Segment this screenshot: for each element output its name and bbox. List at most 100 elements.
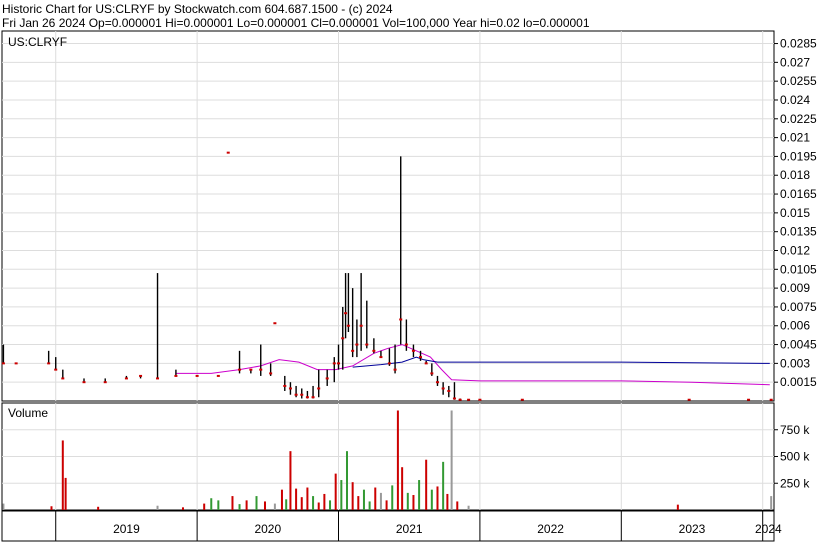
- volume-bar: [289, 451, 292, 510]
- volume-bar: [340, 480, 343, 510]
- price-y-tick-label: 0.0135: [780, 225, 817, 239]
- price-bar: [478, 398, 482, 401]
- volume-bar: [379, 492, 382, 510]
- volume-bar: [418, 480, 421, 510]
- price-y-tick-label: 0.0105: [780, 262, 817, 276]
- volume-bar: [61, 440, 64, 510]
- price-bar-close: [452, 397, 456, 400]
- price-bar-close: [769, 398, 773, 401]
- price-bar-close: [283, 384, 287, 387]
- x-tick-label: 2021: [396, 522, 423, 536]
- price-bar-close: [238, 368, 242, 371]
- volume-bar: [676, 504, 679, 510]
- x-tick-label: 2019: [113, 522, 140, 536]
- volume-bar: [317, 502, 320, 510]
- volume-bar: [430, 489, 433, 510]
- volume-bar: [442, 461, 445, 510]
- price-bar-close: [216, 374, 220, 377]
- price-y-tick-label: 0.0285: [780, 37, 817, 51]
- volume-bar: [406, 492, 409, 510]
- price-bar: [195, 374, 199, 377]
- volume-bar: [456, 501, 459, 510]
- price-y-tick-label: 0.021: [780, 131, 810, 145]
- volume-bar: [323, 493, 326, 510]
- volume-bar: [345, 451, 348, 510]
- volume-bar: [245, 500, 248, 510]
- price-bar: [458, 398, 462, 401]
- price-bar-close: [174, 374, 178, 377]
- price-bar: [273, 322, 277, 325]
- price-bar: [769, 398, 773, 401]
- price-bar-close: [195, 374, 199, 377]
- volume-bar: [391, 485, 394, 510]
- volume-bar: [255, 496, 258, 510]
- price-bar-close: [351, 349, 355, 352]
- volume-bar: [263, 501, 266, 510]
- price-bar-close: [288, 387, 292, 390]
- volume-bar: [334, 473, 337, 510]
- price-y-tick-label: 0.0045: [780, 338, 817, 352]
- price-bar-close: [82, 381, 86, 384]
- price-bar: [226, 151, 230, 154]
- price-y-tick-label: 0.0015: [780, 375, 817, 389]
- volume-bar: [412, 495, 415, 510]
- price-bar-close: [435, 381, 439, 384]
- price-y-tick-label: 0.0195: [780, 149, 817, 163]
- price-y-tick-label: 0.0255: [780, 74, 817, 88]
- price-bar: [467, 398, 471, 401]
- x-tick-label: 2022: [537, 522, 564, 536]
- price-bar: [216, 374, 220, 377]
- volume-bar: [64, 477, 67, 510]
- volume-bar: [238, 504, 241, 510]
- price-y-tick-label: 0.003: [780, 356, 810, 370]
- volume-bar: [300, 497, 303, 510]
- volume-bar: [273, 503, 276, 510]
- price-bar-close: [399, 318, 403, 321]
- price-y-tick-label: 0.024: [780, 93, 810, 107]
- price-bar: [14, 362, 18, 365]
- price-bar-close: [341, 337, 345, 340]
- price-bar-close: [325, 377, 329, 380]
- volume-bar: [362, 489, 365, 510]
- volume-bar: [280, 489, 283, 510]
- price-bar-close: [393, 368, 397, 371]
- volume-bar: [210, 498, 213, 510]
- chart-canvas: Historic Chart for US:CLRYF by Stockwatc…: [1, 2, 817, 542]
- volume-bar: [2, 503, 5, 510]
- price-bar-close: [61, 377, 65, 380]
- volume-bar: [306, 487, 309, 510]
- volume-bar: [770, 496, 773, 510]
- price-bar-close: [139, 374, 143, 377]
- x-tick-label: 2023: [679, 522, 706, 536]
- chart-header-line1: Historic Chart for US:CLRYF by Stockwatc…: [2, 2, 393, 16]
- volume-bar: [231, 496, 234, 510]
- price-bar-close: [359, 324, 363, 327]
- volume-bar: [217, 500, 220, 510]
- price-bar-close: [520, 398, 524, 401]
- price-bar-close: [156, 377, 160, 380]
- price-bar-close: [103, 381, 107, 384]
- volume-bar: [351, 482, 354, 510]
- price-bar-close: [747, 398, 751, 401]
- price-bar-close: [332, 362, 336, 365]
- volume-bar: [312, 496, 315, 510]
- price-y-tick-label: 0.018: [780, 168, 810, 182]
- price-bar-close: [411, 349, 415, 352]
- volume-bar: [385, 500, 388, 510]
- volume-bar: [368, 501, 371, 510]
- volume-y-tick-label: 750 k: [780, 423, 810, 437]
- volume-chart-title: Volume: [8, 406, 48, 420]
- price-bar-close: [379, 356, 383, 359]
- volume-bar: [295, 488, 298, 510]
- price-bar-close: [311, 396, 315, 399]
- price-bar-close: [387, 362, 391, 365]
- price-bar-close: [404, 343, 408, 346]
- volume-y-tick-label: 500 k: [780, 450, 810, 464]
- price-y-tick-label: 0.0165: [780, 187, 817, 201]
- volume-bar: [401, 467, 404, 510]
- x-tick-label: 2024: [755, 522, 782, 536]
- chart-header-line2: Fri Jan 26 2024 Op=0.000001 Hi=0.000001 …: [2, 16, 590, 30]
- price-bar-close: [687, 398, 691, 401]
- volume-bar: [156, 505, 159, 510]
- price-bar-close: [419, 356, 423, 359]
